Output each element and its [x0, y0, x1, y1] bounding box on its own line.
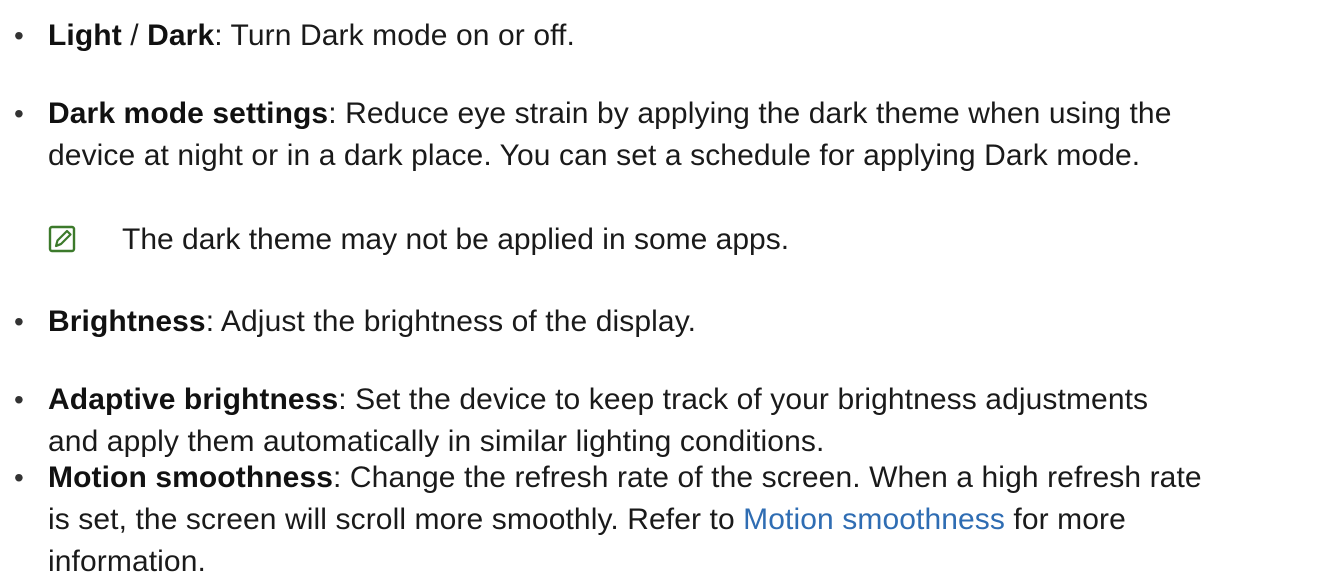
- bullet: •: [14, 20, 24, 51]
- term-brightness: Brightness: [48, 305, 206, 338]
- term-dark: Dark: [147, 19, 215, 52]
- item-description: : Reduce eye strain by applying the dark…: [328, 97, 1172, 130]
- note-text: The dark theme may not be applied in som…: [122, 223, 790, 256]
- bullet: •: [14, 98, 24, 129]
- bullet: •: [14, 462, 24, 493]
- bullet: •: [14, 384, 24, 415]
- term-adaptive-brightness: Adaptive brightness: [48, 383, 339, 416]
- item-description-cont: device at night or in a dark place. You …: [48, 139, 1141, 172]
- bullet: •: [14, 306, 24, 337]
- item-description: : Change the refresh rate of the screen.…: [333, 461, 1202, 494]
- item-description-cont: information.: [48, 545, 206, 578]
- item-description: : Turn Dark mode on or off.: [214, 19, 575, 52]
- term-dark-mode-settings: Dark mode settings: [48, 97, 329, 130]
- term-motion-smoothness: Motion smoothness: [48, 461, 334, 494]
- item-description: : Adjust the brightness of the display.: [205, 305, 697, 338]
- item-description: : Set the device to keep track of your b…: [338, 383, 1149, 416]
- term-light: Light: [48, 19, 122, 52]
- note-edit-icon: [48, 225, 76, 253]
- motion-smoothness-link[interactable]: Motion smoothness: [743, 503, 1005, 536]
